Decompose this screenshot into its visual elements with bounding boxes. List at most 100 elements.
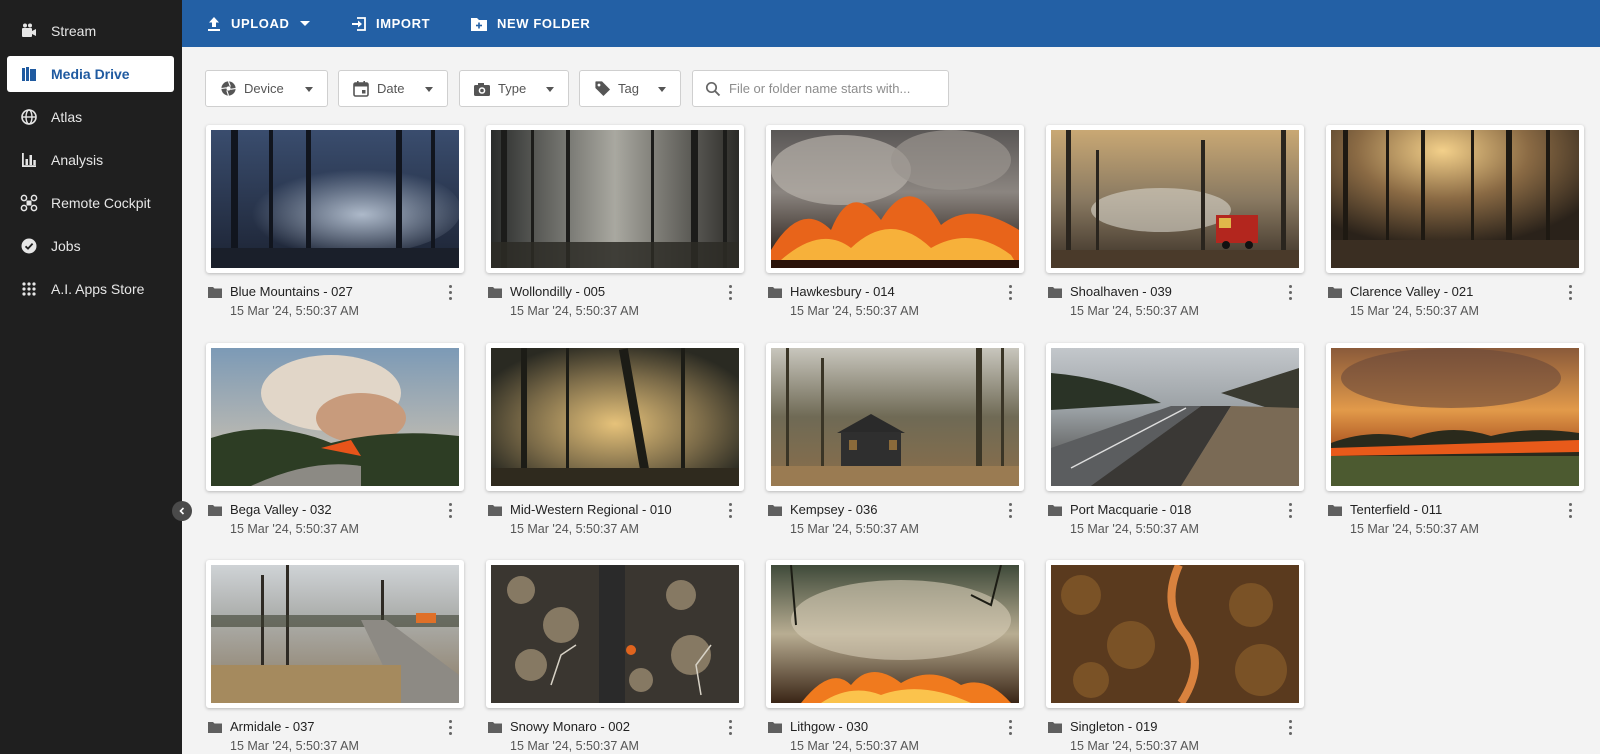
folder-date: 15 Mar '24, 5:50:37 AM	[230, 304, 359, 318]
search-icon	[705, 81, 721, 96]
type-filter[interactable]: Type	[459, 70, 569, 107]
folder-thumbnail[interactable]	[766, 343, 1024, 491]
more-options-button[interactable]	[445, 718, 455, 736]
folder-thumbnail[interactable]	[206, 343, 464, 491]
tag-filter[interactable]: Tag	[579, 70, 681, 107]
upload-icon	[208, 16, 220, 31]
folder-thumbnail[interactable]	[206, 125, 464, 273]
import-label: IMPORT	[376, 16, 431, 31]
calendar-icon	[352, 80, 370, 98]
folder-card[interactable]: Mid-Western Regional - 010 15 Mar '24, 5…	[486, 343, 744, 553]
folder-thumbnail-image	[211, 348, 459, 486]
folder-thumbnail[interactable]	[1326, 125, 1584, 273]
folder-name[interactable]: Wollondilly - 005	[510, 284, 605, 299]
folder-name[interactable]: Blue Mountains - 027	[230, 284, 353, 299]
folder-card[interactable]: Armidale - 037 15 Mar '24, 5:50:37 AM	[206, 560, 464, 754]
folder-name[interactable]: Singleton - 019	[1070, 719, 1157, 734]
more-options-button[interactable]	[1285, 501, 1295, 519]
folder-icon	[1048, 503, 1062, 517]
folder-thumbnail[interactable]	[1046, 560, 1304, 708]
sidebar-item-analysis[interactable]: Analysis	[7, 142, 174, 178]
folder-thumbnail[interactable]	[486, 560, 744, 708]
more-options-button[interactable]	[1005, 718, 1015, 736]
more-options-button[interactable]	[725, 718, 735, 736]
globe-icon	[20, 108, 38, 126]
more-options-button[interactable]	[1285, 283, 1295, 301]
sidebar-item-atlas[interactable]: Atlas	[7, 99, 174, 135]
date-filter[interactable]: Date	[338, 70, 448, 107]
folder-card[interactable]: Shoalhaven - 039 15 Mar '24, 5:50:37 AM	[1046, 125, 1304, 335]
sidebar-item-label: A.I. Apps Store	[51, 281, 145, 297]
sidebar-item-label: Analysis	[51, 152, 104, 168]
folder-card[interactable]: Lithgow - 030 15 Mar '24, 5:50:37 AM	[766, 560, 1024, 754]
folder-thumbnail[interactable]	[1046, 125, 1304, 273]
folder-thumbnail-image	[1051, 348, 1299, 486]
caret-down-icon	[546, 87, 554, 92]
import-icon	[352, 16, 366, 31]
folder-icon	[1048, 720, 1062, 734]
import-button[interactable]: IMPORT	[351, 0, 430, 47]
folder-name[interactable]: Port Macquarie - 018	[1070, 502, 1191, 517]
search-input[interactable]	[729, 81, 944, 96]
sidebar-item-media-drive[interactable]: Media Drive	[7, 56, 174, 92]
more-options-button[interactable]	[1565, 283, 1575, 301]
more-options-button[interactable]	[445, 283, 455, 301]
folder-card[interactable]: Bega Valley - 032 15 Mar '24, 5:50:37 AM	[206, 343, 464, 553]
folder-name[interactable]: Mid-Western Regional - 010	[510, 502, 672, 517]
more-options-button[interactable]	[725, 283, 735, 301]
sidebar-item-label: Jobs	[51, 238, 81, 254]
more-options-button[interactable]	[1285, 718, 1295, 736]
more-options-button[interactable]	[1005, 501, 1015, 519]
collapse-sidebar-button[interactable]	[172, 501, 192, 521]
folder-thumbnail[interactable]	[206, 560, 464, 708]
folder-card[interactable]: Hawkesbury - 014 15 Mar '24, 5:50:37 AM	[766, 125, 1024, 335]
folder-card[interactable]: Wollondilly - 005 15 Mar '24, 5:50:37 AM	[486, 125, 744, 335]
folder-thumbnail[interactable]	[766, 560, 1024, 708]
folder-name[interactable]: Lithgow - 030	[790, 719, 868, 734]
more-options-button[interactable]	[1005, 283, 1015, 301]
folder-thumbnail[interactable]	[486, 125, 744, 273]
folder-thumbnail[interactable]	[1046, 343, 1304, 491]
folder-card[interactable]: Blue Mountains - 027 15 Mar '24, 5:50:37…	[206, 125, 464, 335]
device-filter-label: Device	[244, 81, 284, 96]
folder-name[interactable]: Tenterfield - 011	[1350, 502, 1442, 517]
upload-button[interactable]: UPLOAD	[206, 0, 310, 47]
folder-card[interactable]: Port Macquarie - 018 15 Mar '24, 5:50:37…	[1046, 343, 1304, 553]
type-filter-label: Type	[498, 81, 527, 96]
folder-thumbnail-image	[491, 130, 739, 268]
sidebar-item-label: Media Drive	[51, 66, 130, 82]
folder-card[interactable]: Clarence Valley - 021 15 Mar '24, 5:50:3…	[1326, 125, 1584, 335]
folder-card[interactable]: Snowy Monaro - 002 15 Mar '24, 5:50:37 A…	[486, 560, 744, 754]
folder-name[interactable]: Hawkesbury - 014	[790, 284, 895, 299]
more-options-button[interactable]	[445, 501, 455, 519]
folder-card[interactable]: Tenterfield - 011 15 Mar '24, 5:50:37 AM	[1326, 343, 1584, 553]
folder-name[interactable]: Shoalhaven - 039	[1070, 284, 1172, 299]
top-toolbar: UPLOAD IMPORT NEW FOLDER	[182, 0, 1600, 47]
sidebar-item-stream[interactable]: Stream	[7, 13, 174, 49]
folder-thumbnail[interactable]	[766, 125, 1024, 273]
folder-date: 15 Mar '24, 5:50:37 AM	[790, 304, 919, 318]
more-options-button[interactable]	[725, 501, 735, 519]
device-filter[interactable]: Device	[205, 70, 328, 107]
aperture-icon	[219, 80, 237, 98]
folder-thumbnail[interactable]	[486, 343, 744, 491]
search-box	[692, 70, 949, 107]
folder-name[interactable]: Bega Valley - 032	[230, 502, 332, 517]
new-folder-button[interactable]: NEW FOLDER	[470, 0, 590, 47]
folder-thumbnail-image	[1331, 130, 1579, 268]
folder-card[interactable]: Singleton - 019 15 Mar '24, 5:50:37 AM	[1046, 560, 1304, 754]
apps-grid-icon	[20, 280, 38, 298]
more-options-button[interactable]	[1565, 501, 1575, 519]
folder-name[interactable]: Snowy Monaro - 002	[510, 719, 630, 734]
sidebar-item-jobs[interactable]: Jobs	[7, 228, 174, 264]
folder-icon	[208, 285, 222, 299]
new-folder-icon	[471, 17, 487, 31]
folder-thumbnail-image	[1051, 565, 1299, 703]
folder-name[interactable]: Armidale - 037	[230, 719, 315, 734]
folder-name[interactable]: Kempsey - 036	[790, 502, 877, 517]
sidebar-item-remote-cockpit[interactable]: Remote Cockpit	[7, 185, 174, 221]
folder-thumbnail[interactable]	[1326, 343, 1584, 491]
sidebar-item-ai-apps-store[interactable]: A.I. Apps Store	[7, 271, 174, 307]
folder-name[interactable]: Clarence Valley - 021	[1350, 284, 1473, 299]
folder-card[interactable]: Kempsey - 036 15 Mar '24, 5:50:37 AM	[766, 343, 1024, 553]
